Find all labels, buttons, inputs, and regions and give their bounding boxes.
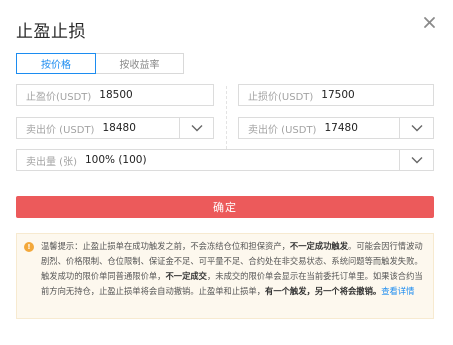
field-label: 止盈价(USDT) (26, 91, 92, 103)
chevron-down-icon[interactable] (399, 118, 433, 138)
field-label: 止损价(USDT) (248, 91, 314, 103)
tab-by-return-rate[interactable]: 按收益率 (96, 53, 184, 74)
field-value: 18500 (99, 89, 133, 101)
mode-tabs: 按价格 按收益率 (16, 53, 184, 74)
confirm-button[interactable]: 确定 (16, 196, 434, 218)
notice-box: ! 温馨提示：止盈止损单在成功触发之前，不会冻结仓位和担保资产，不一定成功触发。… (16, 233, 434, 319)
field-value: 17480 (324, 122, 358, 134)
field-value: 100% (100) (84, 154, 147, 166)
stop-loss-price-input[interactable]: 止损价(USDT) 17500 (238, 84, 434, 106)
stop-loss-sell-price-input[interactable]: 卖出价 (USDT) 17480 (238, 117, 434, 139)
notice-segment: 温馨提示：止盈止损单在成功触发之前，不会冻结仓位和担保资产， (41, 241, 290, 251)
close-icon[interactable] (421, 14, 439, 32)
notice-emphasis: 有一个触发，另一个将会撤销。 (265, 286, 382, 296)
chevron-down-icon[interactable] (179, 118, 213, 138)
field-value: 17500 (321, 89, 355, 101)
take-profit-stop-loss-dialog: 止盈止损 按价格 按收益率 止盈价(USDT) 18500 止损价(USDT) … (0, 0, 453, 345)
notice-text: 温馨提示：止盈止损单在成功触发之前，不会冻结仓位和担保资产，不一定成功触发。可能… (41, 239, 429, 299)
field-label: 卖出价 (USDT) (26, 124, 95, 136)
take-profit-sell-price-input[interactable]: 卖出价 (USDT) 18480 (16, 117, 214, 139)
column-divider (226, 86, 227, 154)
sell-amount-select[interactable]: 卖出量 (张) 100% (100) (16, 149, 434, 171)
field-value: 18480 (102, 122, 136, 134)
tab-by-price[interactable]: 按价格 (16, 53, 96, 74)
chevron-down-icon[interactable] (399, 150, 433, 170)
field-label: 卖出价 (USDT) (248, 124, 317, 136)
field-label: 卖出量 (张) (26, 156, 77, 168)
take-profit-price-input[interactable]: 止盈价(USDT) 18500 (16, 84, 214, 106)
notice-emphasis: 不一定成交 (165, 271, 207, 281)
view-details-link[interactable]: 查看详情 (381, 286, 414, 296)
notice-emphasis: 不一定成功触发 (289, 241, 349, 251)
warning-icon: ! (24, 242, 34, 252)
dialog-title: 止盈止损 (16, 22, 86, 42)
